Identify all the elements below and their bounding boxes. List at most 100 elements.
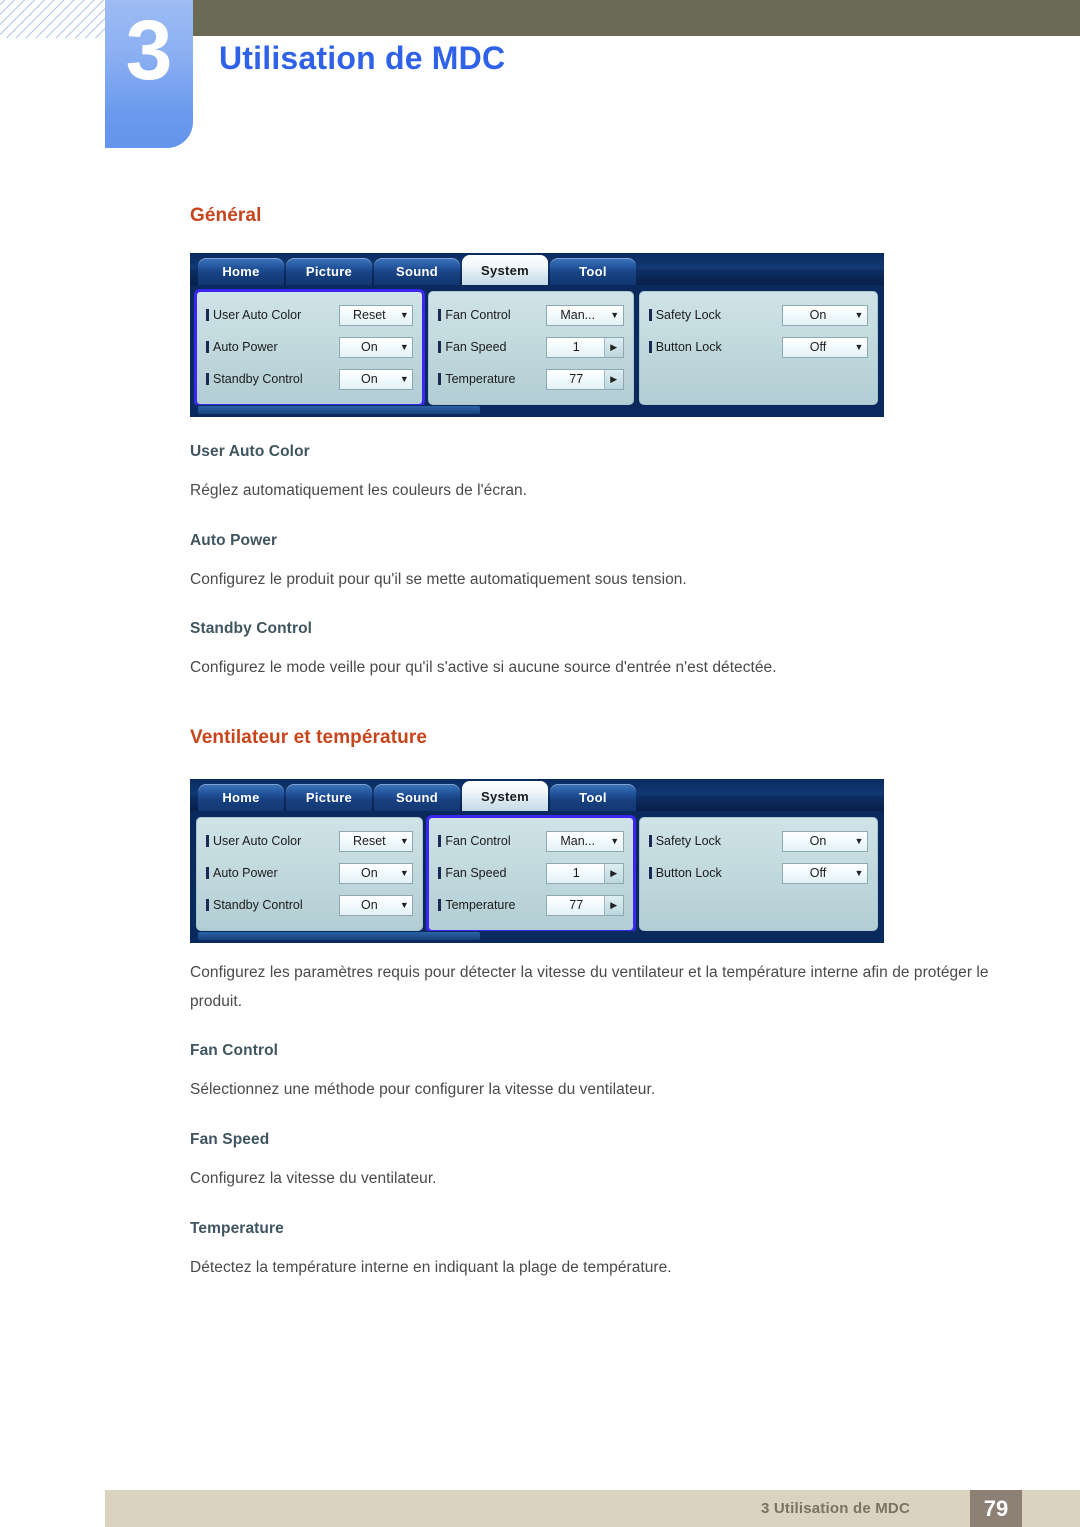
sub-heading-fan-control: Fan Control <box>190 1042 279 1060</box>
mdc-tab-home[interactable]: Home <box>198 784 284 812</box>
mdc-horizontal-scrollbar[interactable] <box>198 932 480 941</box>
section-heading-general: Général <box>190 205 262 226</box>
mdc-dropdown-button-lock[interactable]: Off ▼ <box>782 862 868 884</box>
bullet-bar-icon <box>206 373 209 385</box>
chevron-right-icon[interactable]: ▶ <box>603 369 623 389</box>
chevron-down-icon: ▼ <box>399 899 409 910</box>
bullet-bar-icon <box>648 867 652 880</box>
bullet-bar-icon <box>648 309 652 321</box>
mdc-panel-lock: Safety Lock On ▼ Button Lock Off ▼ <box>638 817 878 932</box>
mdc-footer-strip <box>190 931 884 944</box>
bullet-bar-icon <box>438 867 442 880</box>
chevron-down-icon: ▼ <box>399 835 409 846</box>
mdc-dropdown-standby-control[interactable]: On ▼ <box>339 894 414 916</box>
mdc-screenshot-general: Home Picture Sound System Tool User Auto… <box>190 253 884 417</box>
body-standby-control: Configurez le mode veille pour qu'il s'a… <box>190 659 777 677</box>
mdc-label-fan-speed: Fan Speed <box>438 866 545 880</box>
mdc-panel-fan: Fan Control Man... ▼ Fan Speed 1 ▶ Tempe… <box>426 815 636 934</box>
sub-heading-user-auto-color: User Auto Color <box>190 443 310 460</box>
mdc-dropdown-user-auto-color[interactable]: Reset ▼ <box>339 304 414 326</box>
mdc-tab-tool[interactable]: Tool <box>550 784 636 812</box>
mdc-value-auto-power: On <box>360 866 378 881</box>
mdc-label-temperature: Temperature <box>438 898 545 912</box>
mdc-value-user-auto-color: Reset <box>353 308 386 322</box>
mdc-label-temperature: Temperature <box>438 372 545 386</box>
mdc-row-auto-power: Auto Power On ▼ <box>206 860 414 886</box>
mdc-dropdown-fan-control[interactable]: Man... ▼ <box>545 304 624 326</box>
mdc-row-safety-lock: Safety Lock On ▼ <box>648 828 868 854</box>
footer-page-box: 79 <box>970 1490 1022 1527</box>
mdc-dropdown-fan-control[interactable]: Man... ▼ <box>545 830 624 852</box>
mdc-value-fan-speed: 1 <box>572 866 580 881</box>
mdc-spinner-fan-speed[interactable]: 1 ▶ <box>545 862 624 884</box>
mdc-value-button-lock: Off <box>809 340 827 354</box>
mdc-value-standby-control: On <box>360 372 378 386</box>
mdc-dropdown-user-auto-color[interactable]: Reset ▼ <box>339 830 414 852</box>
mdc-dropdown-button-lock[interactable]: Off ▼ <box>782 336 868 358</box>
mdc-label-auto-power: Auto Power <box>206 340 339 354</box>
mdc-dropdown-auto-power[interactable]: On ▼ <box>339 862 414 884</box>
chevron-right-icon[interactable]: ▶ <box>603 895 623 915</box>
body-fan-speed: Configurez la vitesse du ventilateur. <box>190 1170 437 1188</box>
mdc-label-user-auto-color: User Auto Color <box>206 834 339 848</box>
mdc-value-standby-control: On <box>360 898 378 913</box>
body-fan-control: Sélectionnez une méthode pour configurer… <box>190 1081 656 1099</box>
mdc-value-fan-speed: 1 <box>572 340 580 354</box>
chapter-tab: 3 <box>105 0 193 148</box>
mdc-spinner-temperature[interactable]: 77 ▶ <box>545 368 624 390</box>
bullet-bar-icon <box>438 899 442 912</box>
mdc-tab-home[interactable]: Home <box>198 258 284 285</box>
mdc-footer-strip <box>190 405 884 417</box>
mdc-row-user-auto-color: User Auto Color Reset ▼ <box>206 302 414 328</box>
mdc-dropdown-safety-lock[interactable]: On ▼ <box>782 830 868 852</box>
mdc-row-user-auto-color: User Auto Color Reset ▼ <box>206 828 414 854</box>
chevron-right-icon[interactable]: ▶ <box>603 337 623 357</box>
sub-heading-temperature: Temperature <box>190 1219 284 1237</box>
mdc-label-safety-lock: Safety Lock <box>648 834 782 848</box>
mdc-tab-picture[interactable]: Picture <box>286 258 372 285</box>
mdc-tab-sound[interactable]: Sound <box>374 784 460 812</box>
mdc-spinner-temperature[interactable]: 77 ▶ <box>545 894 624 916</box>
mdc-row-button-lock: Button Lock Off ▼ <box>648 334 868 360</box>
sub-heading-auto-power: Auto Power <box>190 531 278 549</box>
chevron-right-icon[interactable]: ▶ <box>603 863 623 883</box>
mdc-tab-tool[interactable]: Tool <box>550 258 636 285</box>
mdc-row-temperature: Temperature 77 ▶ <box>438 892 624 918</box>
mdc-panel-fan: Fan Control Man... ▼ Fan Speed 1 ▶ Tempe… <box>428 291 634 405</box>
bullet-bar-icon <box>206 341 209 353</box>
sub-heading-standby-control: Standby Control <box>190 620 313 638</box>
mdc-label-standby-control: Standby Control <box>206 372 339 386</box>
page-number: 79 <box>983 1495 1009 1521</box>
mdc-tab-system[interactable]: System <box>462 781 548 812</box>
mdc-row-fan-control: Fan Control Man... ▼ <box>438 302 624 328</box>
mdc-panel-container: User Auto Color Reset ▼ Auto Power On ▼ … <box>190 285 884 407</box>
mdc-label-user-auto-color: User Auto Color <box>206 308 339 322</box>
mdc-tab-system[interactable]: System <box>462 255 548 285</box>
page-title: Utilisation de MDC <box>219 40 506 76</box>
mdc-dropdown-standby-control[interactable]: On ▼ <box>339 368 414 390</box>
body-auto-power: Configurez le produit pour qu'il se mett… <box>190 570 687 588</box>
mdc-spinner-fan-speed[interactable]: 1 ▶ <box>545 336 624 358</box>
chevron-down-icon: ▼ <box>399 341 409 352</box>
mdc-row-auto-power: Auto Power On ▼ <box>206 334 414 360</box>
mdc-tab-sound[interactable]: Sound <box>374 258 460 285</box>
mdc-row-standby-control: Standby Control On ▼ <box>206 366 414 392</box>
mdc-tab-bar: Home Picture Sound System Tool <box>190 779 884 812</box>
chevron-down-icon: ▼ <box>854 309 864 320</box>
chevron-down-icon: ▼ <box>399 373 409 384</box>
chevron-down-icon: ▼ <box>854 341 864 352</box>
mdc-label-standby-control: Standby Control <box>206 898 339 912</box>
mdc-tab-picture[interactable]: Picture <box>286 784 372 812</box>
mdc-dropdown-safety-lock[interactable]: On ▼ <box>782 304 868 326</box>
mdc-horizontal-scrollbar[interactable] <box>198 406 480 414</box>
mdc-value-fan-control: Man... <box>560 834 596 849</box>
bullet-bar-icon <box>438 373 442 385</box>
bullet-bar-icon <box>206 867 209 880</box>
mdc-row-safety-lock: Safety Lock On ▼ <box>648 302 868 328</box>
footer-band <box>105 1490 1080 1527</box>
mdc-row-standby-control: Standby Control On ▼ <box>206 892 414 918</box>
mdc-row-button-lock: Button Lock Off ▼ <box>648 860 868 886</box>
bullet-bar-icon <box>438 835 442 848</box>
bullet-bar-icon <box>206 835 209 848</box>
mdc-dropdown-auto-power[interactable]: On ▼ <box>339 336 414 358</box>
